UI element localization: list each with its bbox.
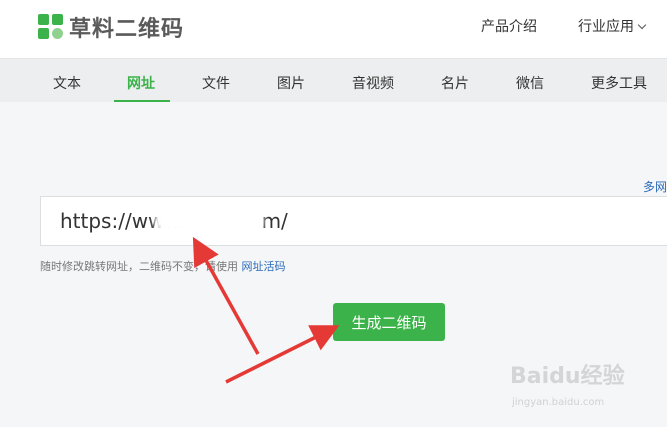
watermark-sub: jingyan.baidu.com (512, 397, 605, 408)
watermark: Baidu经验 (510, 364, 625, 389)
arrow-to-input (192, 236, 260, 355)
arrow-to-button (225, 325, 340, 384)
